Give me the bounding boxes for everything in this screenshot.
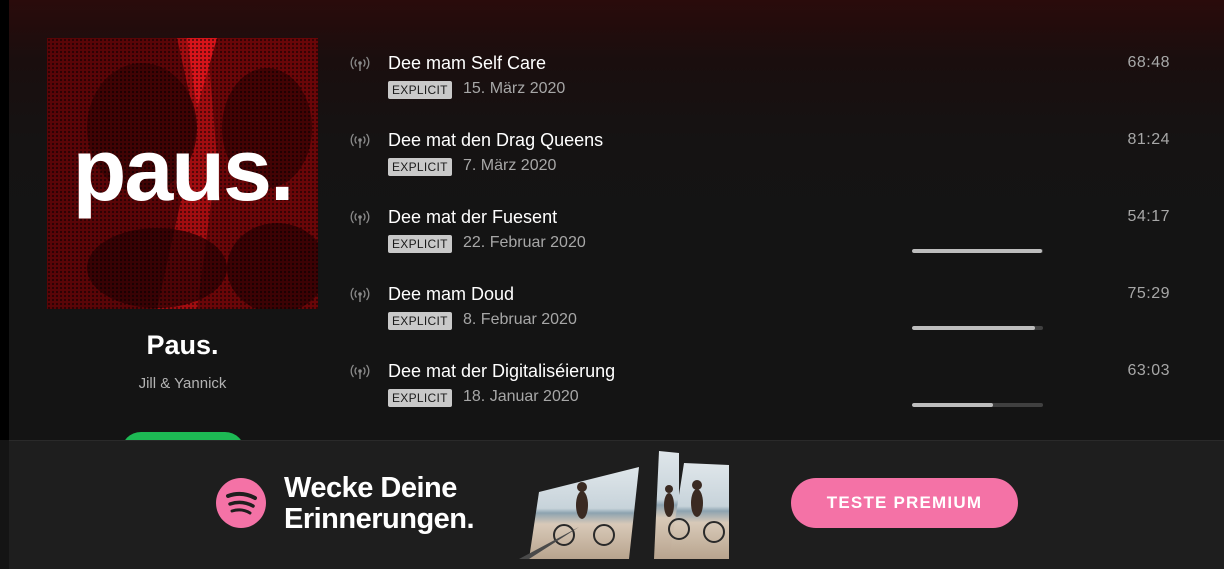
episode-title[interactable]: Dee mat den Drag Queens <box>388 130 603 151</box>
teste-premium-button[interactable]: TESTE PREMIUM <box>791 478 1018 528</box>
episode-row[interactable]: Dee mam Self Care EXPLICIT 15. März 2020… <box>346 44 1186 121</box>
explicit-badge: EXPLICIT <box>388 235 452 253</box>
episode-date: 7. März 2020 <box>463 157 557 174</box>
podcast-title[interactable]: Paus. <box>47 330 318 361</box>
episode-duration: 68:48 <box>1127 54 1170 71</box>
episode-title[interactable]: Dee mam Self Care <box>388 53 546 74</box>
explicit-badge: EXPLICIT <box>388 389 452 407</box>
podcast-broadcast-icon <box>350 56 370 71</box>
explicit-badge: EXPLICIT <box>388 312 452 330</box>
podcast-broadcast-icon <box>350 133 370 148</box>
cover-logo-text: paus. <box>72 120 295 219</box>
episode-duration: 63:03 <box>1127 362 1170 379</box>
explicit-badge: EXPLICIT <box>388 158 452 176</box>
episode-duration: 54:17 <box>1127 208 1170 225</box>
ad-photo-collage <box>519 451 729 559</box>
podcast-broadcast-icon <box>350 364 370 379</box>
premium-ad-banner[interactable]: Wecke Deine Erinnerungen. TESTE PREMIUM <box>9 440 1224 569</box>
episode-duration: 75:29 <box>1127 285 1170 302</box>
ad-headline-line1: Wecke Deine <box>284 472 457 504</box>
podcast-author[interactable]: Jill & Yannick <box>47 375 318 392</box>
podcast-cover-art[interactable]: paus. <box>47 38 318 309</box>
episode-title[interactable]: Dee mat der Digitaliséierung <box>388 361 615 382</box>
episode-progress-bar <box>912 326 1043 330</box>
episode-duration: 81:24 <box>1127 131 1170 148</box>
episode-date: 22. Februar 2020 <box>463 234 586 251</box>
episode-title[interactable]: Dee mat der Fuesent <box>388 207 557 228</box>
progress-fill <box>912 326 1036 330</box>
podcast-broadcast-icon <box>350 287 370 302</box>
ad-headline: Wecke Deine Erinnerungen. <box>284 472 475 535</box>
episode-row[interactable]: Dee mam Doud EXPLICIT 8. Februar 2020 75… <box>346 275 1186 352</box>
episode-list: Dee mam Self Care EXPLICIT 15. März 2020… <box>346 44 1186 429</box>
progress-fill <box>912 403 994 407</box>
ad-headline-line2: Erinnerungen. <box>284 503 475 535</box>
podcast-broadcast-icon <box>350 210 370 225</box>
explicit-badge: EXPLICIT <box>388 81 452 99</box>
episode-progress-bar <box>912 403 1043 407</box>
episode-date: 18. Januar 2020 <box>463 388 579 405</box>
spotify-logo-icon <box>216 478 266 528</box>
episode-date: 8. Februar 2020 <box>463 311 577 328</box>
window-edge <box>0 0 9 440</box>
episode-title[interactable]: Dee mam Doud <box>388 284 514 305</box>
progress-fill <box>912 249 1042 253</box>
episode-row[interactable]: Dee mat den Drag Queens EXPLICIT 7. März… <box>346 121 1186 198</box>
episode-row[interactable]: Dee mat der Fuesent EXPLICIT 22. Februar… <box>346 198 1186 275</box>
episode-progress-bar <box>912 249 1043 253</box>
episode-row[interactable]: Dee mat der Digitaliséierung EXPLICIT 18… <box>346 352 1186 429</box>
spotify-podcast-view: paus. Paus. Jill & Yannick Dee mam Self … <box>0 0 1224 569</box>
episode-date: 15. März 2020 <box>463 80 566 97</box>
